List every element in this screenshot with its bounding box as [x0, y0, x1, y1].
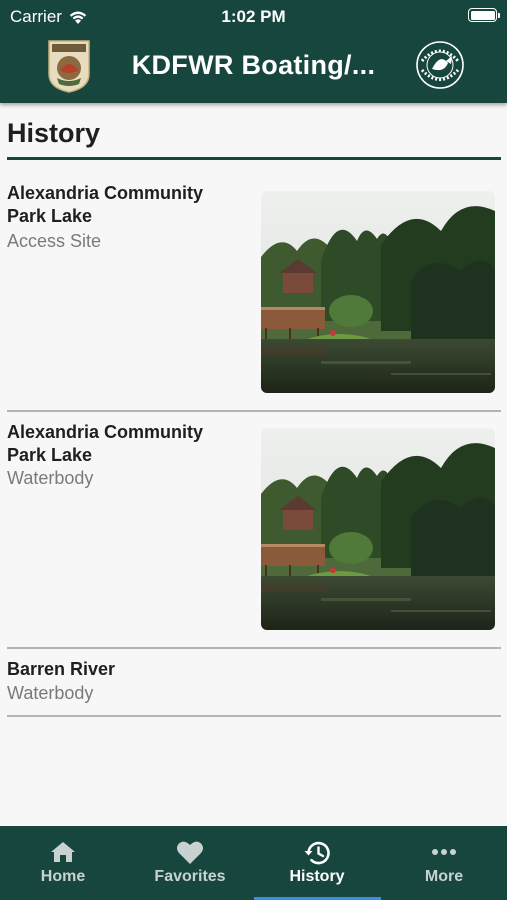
home-icon: [51, 842, 75, 862]
tab-more-label: More: [424, 868, 464, 885]
lake-thumbnail: [261, 191, 495, 393]
status-bar: Carrier 1:02 PM: [0, 5, 507, 27]
tab-home[interactable]: Home: [0, 826, 126, 900]
tab-history-label: History: [289, 868, 345, 885]
page-title: History: [7, 118, 101, 148]
heart-icon: [177, 841, 203, 864]
more-icon: [432, 849, 456, 855]
tab-more[interactable]: More: [381, 826, 507, 900]
history-item-type: Waterbody: [7, 468, 94, 488]
history-item[interactable]: Barren River Waterbody: [7, 658, 501, 717]
tab-favorites-label: Favorites: [154, 868, 226, 885]
bottom-tab-bar: Home Favorites History More: [0, 826, 507, 900]
status-time: 1:02 PM: [221, 7, 286, 26]
history-item-name: Alexandria Community Park Lake: [7, 422, 204, 465]
history-item-name: Alexandria Community Park Lake: [7, 183, 204, 226]
history-item[interactable]: Alexandria Community Park Lake Access Si…: [7, 182, 501, 412]
lake-thumbnail: [261, 428, 495, 630]
battery-icon: [468, 8, 500, 22]
tab-history[interactable]: History: [254, 826, 380, 900]
history-item-type: Access Site: [7, 231, 102, 251]
sport-fish-restoration-logo: [416, 41, 464, 89]
kentucky-fish-wildlife-logo: [48, 40, 90, 93]
history-item[interactable]: Alexandria Community Park Lake Waterbody: [7, 421, 501, 649]
tab-home-label: Home: [40, 868, 86, 885]
history-item-name: Barren River: [7, 659, 116, 679]
title-divider: [7, 157, 501, 160]
history-icon: [304, 841, 330, 865]
app-title: KDFWR Boating/...: [131, 50, 376, 80]
history-item-type: Waterbody: [7, 683, 94, 703]
tab-favorites[interactable]: Favorites: [127, 826, 253, 900]
app-header: Carrier 1:02 PM KDFWR Boating/...: [0, 0, 507, 103]
